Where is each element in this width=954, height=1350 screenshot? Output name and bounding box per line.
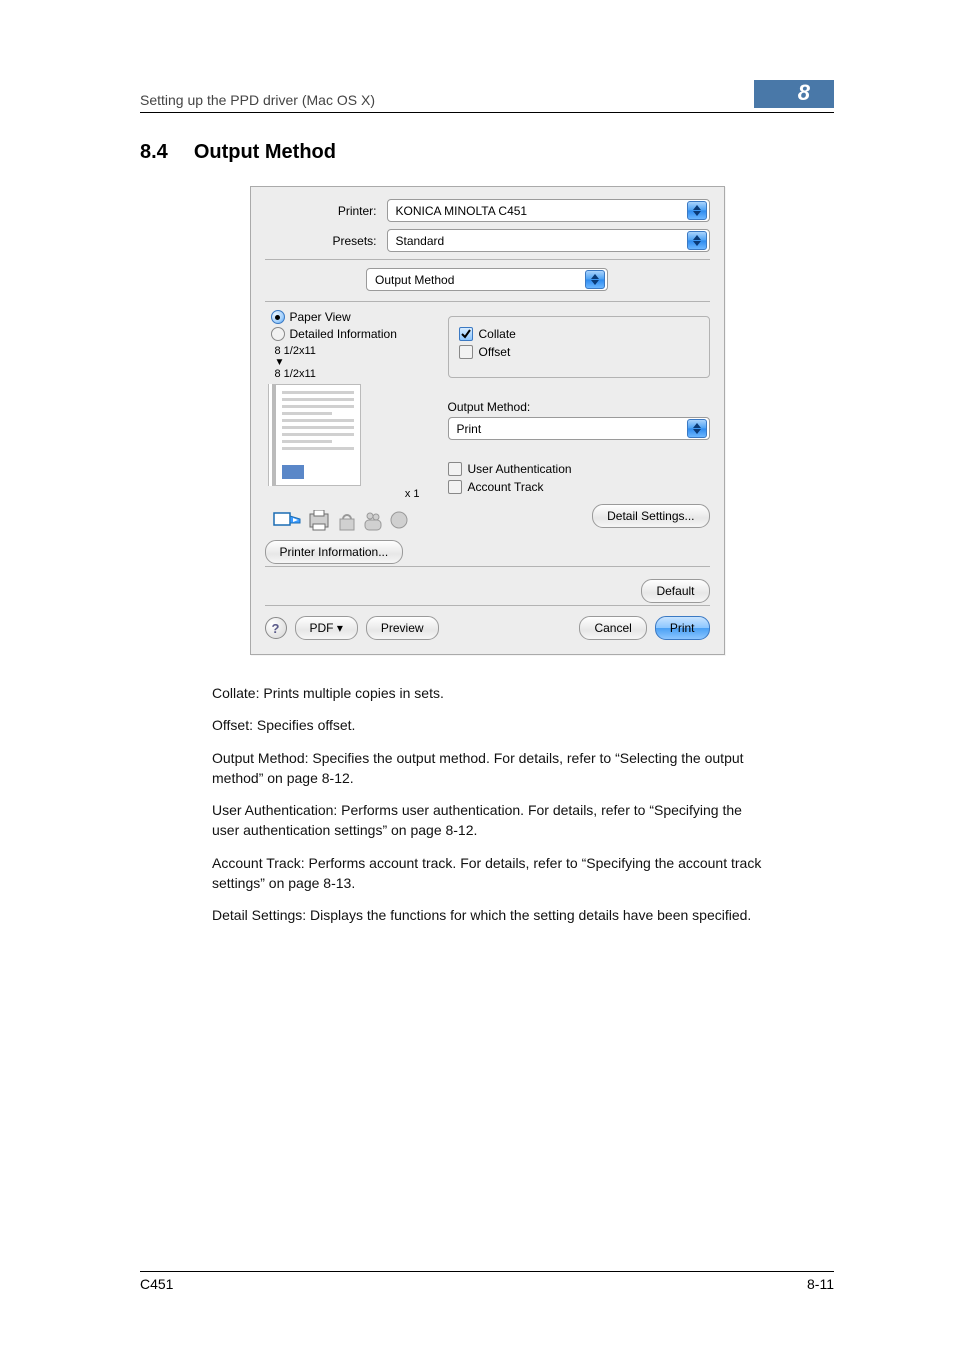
print-dialog: Printer: KONICA MINOLTA C451 Presets: St… xyxy=(250,186,725,655)
copy-count: x 1 xyxy=(265,488,420,500)
lock-icon xyxy=(337,510,357,532)
user-authentication-checkbox[interactable] xyxy=(448,462,462,476)
breadcrumb: Setting up the PPD driver (Mac OS X) xyxy=(140,92,375,108)
printer-select[interactable]: KONICA MINOLTA C451 xyxy=(387,199,710,222)
collate-checkbox[interactable] xyxy=(459,327,473,341)
footer-pageno: 8-11 xyxy=(807,1276,834,1292)
preview-button[interactable]: Preview xyxy=(366,616,439,640)
footer-model: C451 xyxy=(140,1276,173,1292)
paper-sizes: 8 1/2x11 ▼ 8 1/2x11 xyxy=(275,345,430,380)
output-method-label: Output Method: xyxy=(448,400,710,414)
page-header: Setting up the PPD driver (Mac OS X) 8 xyxy=(140,80,834,113)
page-thumbnail xyxy=(275,384,361,486)
divider xyxy=(265,301,710,302)
account-track-checkbox[interactable] xyxy=(448,480,462,494)
printer-information-button[interactable]: Printer Information... xyxy=(265,540,404,564)
cancel-button[interactable]: Cancel xyxy=(579,616,646,640)
default-button[interactable]: Default xyxy=(641,579,709,603)
secure-icon xyxy=(389,510,409,532)
paper-size-top: 8 1/2x11 xyxy=(275,345,430,357)
pdf-button-label: PDF ▾ xyxy=(310,621,343,635)
printer-information-label: Printer Information... xyxy=(280,545,389,559)
presets-label: Presets: xyxy=(265,234,387,248)
radio-detailed-info[interactable] xyxy=(271,327,285,341)
chapter-badge: 8 xyxy=(754,80,834,108)
km-logo-icon xyxy=(282,465,304,479)
account-track-label: Account Track xyxy=(468,480,544,494)
output-method-select[interactable]: Print xyxy=(448,417,710,440)
dropdown-arrows-icon xyxy=(687,419,707,438)
para-offset: Offset: Specifies offset. xyxy=(212,715,762,735)
down-arrow-icon: ▼ xyxy=(275,357,430,368)
pdf-button[interactable]: PDF ▾ xyxy=(295,616,358,640)
dropdown-arrows-icon xyxy=(687,231,707,250)
page-footer: C451 8-11 xyxy=(140,1271,834,1292)
default-button-label: Default xyxy=(656,584,694,598)
presets-select[interactable]: Standard xyxy=(387,229,710,252)
radio-paper-view-label: Paper View xyxy=(290,310,351,324)
dropdown-arrows-icon xyxy=(687,201,707,220)
divider xyxy=(265,259,710,260)
printer-value: KONICA MINOLTA C451 xyxy=(396,204,528,218)
cancel-button-label: Cancel xyxy=(594,621,631,635)
help-icon: ? xyxy=(272,621,280,636)
offset-label: Offset xyxy=(479,345,511,359)
section-number: 8.4 xyxy=(140,141,168,163)
user-authentication-label: User Authentication xyxy=(468,462,572,476)
presets-value: Standard xyxy=(396,234,445,248)
section-heading: 8.4 Output Method xyxy=(140,141,834,164)
offset-checkbox[interactable] xyxy=(459,345,473,359)
output-method-value: Print xyxy=(457,422,482,436)
preview-button-label: Preview xyxy=(381,621,424,635)
users-icon xyxy=(363,510,383,532)
para-account-track: Account Track: Performs account track. F… xyxy=(212,853,762,894)
output-options-box: Collate Offset xyxy=(448,316,710,378)
printer-icon xyxy=(307,510,331,532)
divider xyxy=(265,605,710,606)
para-detail-settings: Detail Settings: Displays the functions … xyxy=(212,905,762,925)
help-button[interactable]: ? xyxy=(265,617,287,639)
output-tray-icon xyxy=(273,510,301,532)
panel-value: Output Method xyxy=(375,273,454,287)
divider xyxy=(265,566,710,567)
para-user-auth: User Authentication: Performs user authe… xyxy=(212,800,762,841)
section-title: Output Method xyxy=(194,141,336,163)
detail-settings-button[interactable]: Detail Settings... xyxy=(592,504,709,528)
body-text: Collate: Prints multiple copies in sets.… xyxy=(212,683,762,926)
printer-label: Printer: xyxy=(265,204,387,218)
radio-detailed-info-label: Detailed Information xyxy=(290,327,397,341)
paper-size-bottom: 8 1/2x11 xyxy=(275,368,430,380)
para-collate: Collate: Prints multiple copies in sets. xyxy=(212,683,762,703)
preview-column: Paper View Detailed Information 8 1/2x11… xyxy=(265,310,430,564)
status-icons xyxy=(273,510,430,532)
print-button-label: Print xyxy=(670,621,695,635)
dropdown-arrows-icon xyxy=(585,270,605,289)
print-button[interactable]: Print xyxy=(655,616,710,640)
radio-paper-view[interactable] xyxy=(271,310,285,324)
para-output-method: Output Method: Specifies the output meth… xyxy=(212,748,762,789)
panel-select[interactable]: Output Method xyxy=(366,268,608,291)
detail-settings-label: Detail Settings... xyxy=(607,509,694,523)
collate-label: Collate xyxy=(479,327,516,341)
